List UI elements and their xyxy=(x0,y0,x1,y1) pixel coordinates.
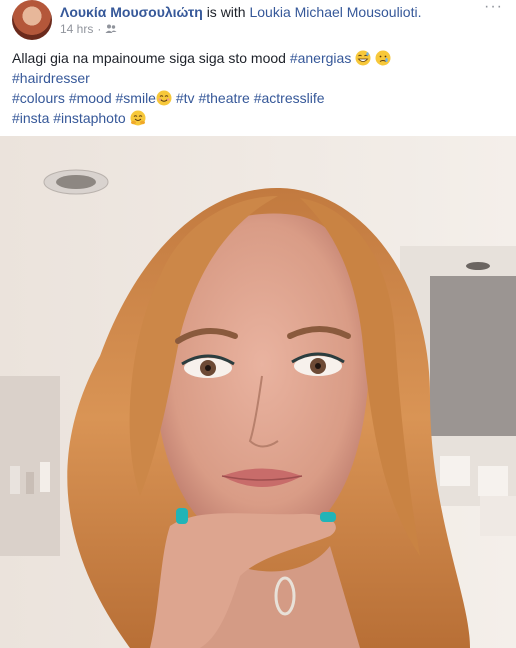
hashtag-insta[interactable]: #insta xyxy=(12,110,49,126)
selfie-photo-illustration xyxy=(0,136,516,648)
hashtag-tv[interactable]: #tv xyxy=(176,90,195,106)
post-line-1: Allagi gia na mpainoume siga siga sto mo… xyxy=(12,48,502,68)
hashtag-mood[interactable]: #mood xyxy=(69,90,112,106)
post-caption: Allagi gia na mpainoume siga siga sto mo… xyxy=(12,50,290,66)
post-line-3: #colours #mood #smile #tv #theatre #actr… xyxy=(12,88,502,108)
more-options-button[interactable]: ··· xyxy=(484,0,504,16)
header-line: Λουκία Μουσουλιώτη is with Loukia Michae… xyxy=(60,4,421,20)
selfie-photo[interactable] xyxy=(0,136,516,648)
hashtag-actresslife[interactable]: #actresslife xyxy=(254,90,325,106)
tagged-user-link[interactable]: Loukia Michael Mousoulioti. xyxy=(249,4,421,20)
author-name-link[interactable]: Λουκία Μουσουλιώτη xyxy=(60,4,203,20)
hashtag-anergias[interactable]: #anergias xyxy=(290,50,352,66)
timestamp-link[interactable]: 14 hrs xyxy=(60,22,93,36)
hashtag-hairdresser[interactable]: #hairdresser xyxy=(12,70,90,86)
hugging-emoji-icon xyxy=(130,110,146,126)
avatar[interactable] xyxy=(12,0,52,40)
post-text: Allagi gia na mpainoume siga siga sto mo… xyxy=(12,48,502,128)
hashtag-colours[interactable]: #colours xyxy=(12,90,65,106)
hashtag-theatre[interactable]: #theatre xyxy=(198,90,249,106)
smiling-emoji-icon xyxy=(156,90,172,106)
meta-separator: · xyxy=(97,22,102,36)
hashtag-smile[interactable]: #smile xyxy=(116,90,156,106)
post-line-2: #hairdresser xyxy=(12,68,502,88)
grinning-sweat-emoji-icon xyxy=(355,50,371,66)
crying-emoji-icon xyxy=(375,50,391,66)
post-meta: 14 hrs · xyxy=(60,22,117,36)
friends-icon[interactable] xyxy=(105,23,117,35)
with-text: is with xyxy=(206,4,246,20)
post-line-4: #insta #instaphoto xyxy=(12,108,502,128)
hashtag-instaphoto[interactable]: #instaphoto xyxy=(53,110,125,126)
post-header: Λουκία Μουσουλιώτη is with Loukia Michae… xyxy=(0,0,516,44)
